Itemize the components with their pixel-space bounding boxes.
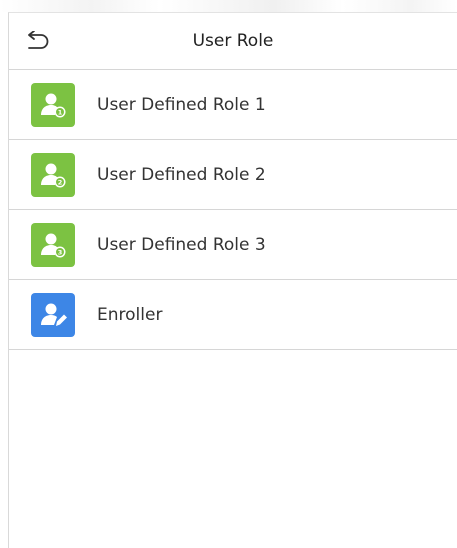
role-item-2[interactable]: 2 User Defined Role 2: [9, 140, 457, 210]
role-item-enroller[interactable]: Enroller: [9, 280, 457, 350]
svg-text:2: 2: [58, 178, 63, 186]
role-label: User Defined Role 2: [97, 164, 266, 185]
svg-text:1: 1: [58, 108, 63, 116]
role-label: User Defined Role 1: [97, 94, 266, 115]
svg-text:3: 3: [58, 248, 63, 256]
page-title: User Role: [192, 31, 274, 51]
user-role-screen: User Role 1 User Defined Role 1 2 User D…: [8, 12, 457, 548]
user-edit-icon: [31, 292, 75, 337]
back-button[interactable]: [23, 29, 51, 53]
role-list: 1 User Defined Role 1 2 User Defined Rol…: [9, 70, 457, 350]
role-item-1[interactable]: 1 User Defined Role 1: [9, 70, 457, 140]
role-label: User Defined Role 3: [97, 234, 266, 255]
user-badge-1-icon: 1: [31, 82, 75, 127]
user-badge-2-icon: 2: [31, 152, 75, 197]
back-arrow-icon: [28, 31, 49, 49]
role-item-3[interactable]: 3 User Defined Role 3: [9, 210, 457, 280]
background-strip: [0, 0, 457, 12]
role-label: Enroller: [97, 304, 163, 325]
header: User Role: [9, 13, 457, 70]
user-badge-3-icon: 3: [31, 222, 75, 267]
